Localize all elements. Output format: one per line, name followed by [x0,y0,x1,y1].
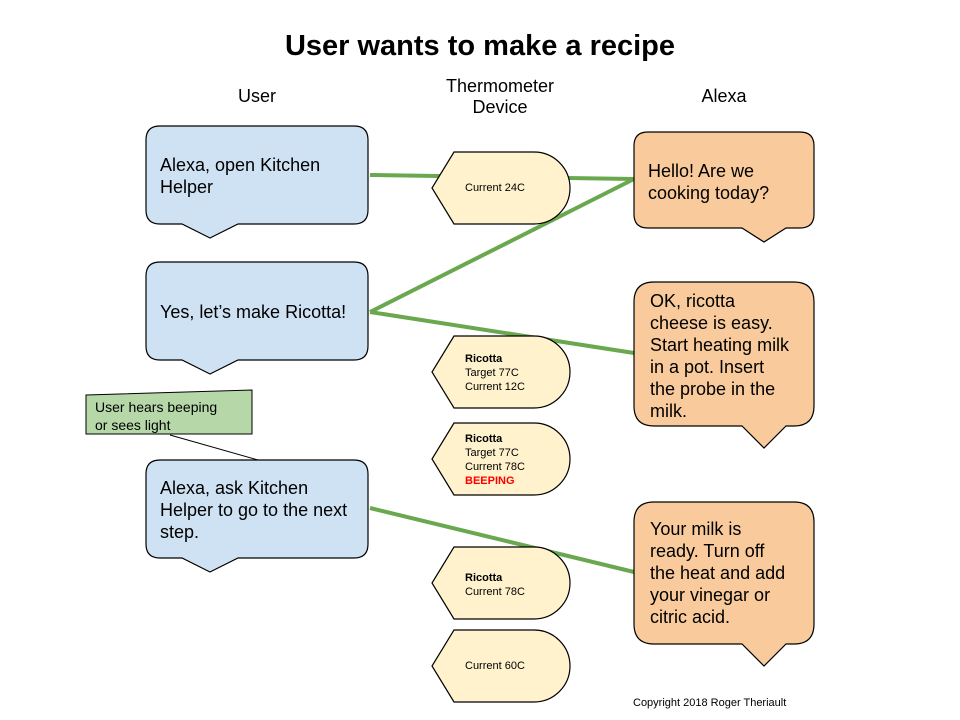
column-header-user: User [237,86,276,106]
bubble-line: milk. [650,401,687,421]
bubble-line: the heat and add [650,563,786,583]
user-bubble-2: Yes, let’s make Ricotta! [160,301,346,323]
alexa-bubble-3: Your milk is ready. Turn off the heat an… [650,518,785,628]
thermometer-reading: Current 24C [465,182,525,194]
bubble-line: Start heating milk [650,335,790,355]
bubble-line: step. [160,522,200,542]
thermometer-target: Target 77C [465,447,519,459]
note-line: or sees light [95,417,171,433]
bubble-line: Helper to go to the next [160,500,348,520]
copyright-text: Copyright 2018 Roger Theriault [633,697,787,709]
thermometer-recipe-name: Ricotta [465,572,503,584]
bubble-line: the probe in the [650,379,776,399]
thermometer-display-3: Ricotta Target 77C Current 78C BEEPING [465,432,525,488]
page-title: User wants to make a recipe [284,30,676,62]
bubble-line: Alexa, open Kitchen [160,155,321,175]
thermometer-reading: Current 12C [465,381,525,393]
bubble-line: Hello! Are we [648,161,755,181]
thermometer-recipe-name: Ricotta [465,433,503,445]
bubble-line: OK, ricotta [650,291,736,311]
thermometer-reading: Current 78C [465,461,525,473]
bubble-line: Alexa, ask Kitchen [160,478,309,498]
bubble-line: ready. Turn off [650,541,765,561]
column-header-thermometer-line2: Device [472,97,528,117]
thermometer-alert: BEEPING [465,475,515,487]
bubble-line: cooking today? [648,183,770,203]
column-header-thermometer: Thermometer Device [430,76,570,118]
alexa-bubble-2: OK, ricotta cheese is easy. Start heatin… [650,290,789,422]
thermometer-recipe-name: Ricotta [465,353,503,365]
column-header-alexa: Alexa [701,86,747,106]
thermometer-reading: Current 60C [465,660,525,672]
thermometer-reading: Current 78C [465,586,525,598]
column-header-thermometer-line1: Thermometer [445,76,555,96]
bubble-line: cheese is easy. [650,313,773,333]
note-callout-line [169,434,259,461]
alexa-bubble-1: Hello! Are we cooking today? [648,160,769,204]
thermometer-display-5: Current 60C [465,659,525,673]
user-bubble-1: Alexa, open Kitchen Helper [160,154,320,198]
thermometer-target: Target 77C [465,367,519,379]
note-line: User hears beeping [95,399,218,415]
bubble-line: your vinegar or [650,585,771,605]
user-bubble-3: Alexa, ask Kitchen Helper to go to the n… [160,477,347,543]
bubble-line: Your milk is [650,519,742,539]
bubble-line: Helper [160,177,214,197]
thermometer-display-2: Ricotta Target 77C Current 12C [465,352,525,394]
thermometer-display-1: Current 24C [465,181,525,195]
thermometer-display-4: Ricotta Current 78C [465,571,525,599]
note-user-hears-beeping: User hears beeping or sees light [95,398,217,434]
bubble-line: in a pot. Insert [650,357,765,377]
bubble-line: citric acid. [650,607,731,627]
bubble-line: Yes, let’s make Ricotta! [160,302,347,322]
